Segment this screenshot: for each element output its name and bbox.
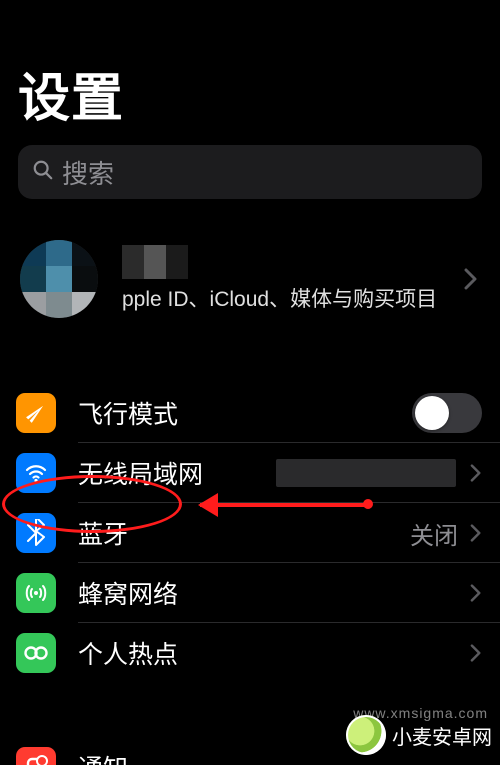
- bluetooth-icon: [16, 513, 56, 553]
- cellular-icon: [16, 573, 56, 613]
- profile-name: [122, 245, 456, 280]
- row-label: 蜂窝网络: [78, 575, 462, 611]
- chevron-right-icon: [470, 644, 482, 662]
- wifi-row[interactable]: 无线局域网: [0, 443, 500, 503]
- watermark-text: 小麦安卓网: [392, 721, 492, 750]
- search-input[interactable]: 搜索: [18, 145, 482, 199]
- airplane-toggle[interactable]: [412, 393, 482, 433]
- wifi-value-hidden: [276, 459, 456, 487]
- row-label: 蓝牙: [78, 515, 410, 551]
- search-icon: [32, 159, 54, 186]
- hotspot-row[interactable]: 个人热点: [0, 623, 500, 683]
- row-label: 飞行模式: [78, 395, 412, 431]
- airplane-icon: [16, 393, 56, 433]
- wifi-icon: [16, 453, 56, 493]
- chevron-right-icon: [464, 268, 478, 290]
- page-title: 设置: [0, 0, 500, 141]
- chevron-right-icon: [470, 524, 482, 542]
- bluetooth-row[interactable]: 蓝牙 关闭: [0, 503, 500, 563]
- cellular-row[interactable]: 蜂窝网络: [0, 563, 500, 623]
- watermark-logo-icon: [346, 715, 386, 755]
- chevron-right-icon: [470, 584, 482, 602]
- apple-id-row[interactable]: pple ID、iCloud、媒体与购买项目: [0, 229, 500, 329]
- avatar: [20, 240, 98, 318]
- chevron-right-icon: [470, 464, 482, 482]
- search-placeholder: 搜索: [62, 154, 114, 191]
- profile-subtitle: pple ID、iCloud、媒体与购买项目: [122, 283, 456, 313]
- notifications-icon: [16, 747, 56, 765]
- row-value: 关闭: [410, 516, 458, 551]
- airplane-mode-row[interactable]: 飞行模式: [0, 383, 500, 443]
- row-label: 个人热点: [78, 635, 462, 671]
- watermark: 小麦安卓网: [346, 715, 492, 755]
- hotspot-icon: [16, 633, 56, 673]
- row-label: 无线局域网: [78, 455, 276, 491]
